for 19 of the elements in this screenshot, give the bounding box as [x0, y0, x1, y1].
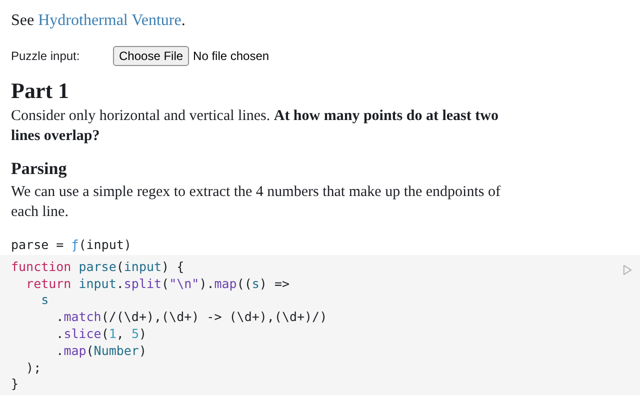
link[interactable]: Hydrothermal Venture: [38, 12, 182, 29]
input-label: Puzzle input:: [11, 49, 81, 63]
intro-text: See Hydrothermal Venture.: [11, 11, 186, 31]
code-line: .map(Number): [55, 342, 148, 360]
section-heading: Part 1: [11, 78, 70, 104]
code-line: );: [25, 360, 42, 376]
code-line: .match(/(\d+),(\d+) -> (\d+),(\d+)/): [55, 309, 328, 326]
paragraph: Consider only horizontal and vertical lines. At how many points do at least two lines overlap?: [11, 107, 500, 146]
choose-file-button[interactable]: Choose File: [113, 46, 190, 66]
code-line: s: [40, 292, 50, 310]
cell-output: parse = ƒ(input): [11, 237, 132, 254]
code-line: function parse(input) {: [11, 258, 186, 276]
file-status: No file chosen: [193, 49, 270, 63]
run-icon[interactable]: [623, 264, 632, 276]
code-line: }: [11, 376, 20, 394]
paragraph: We can use a simple regex to extract the 4 numbers that make up the endpoints of each line.: [11, 183, 502, 222]
code-line: .slice(1, 5): [55, 326, 148, 343]
code-line: return input.split("\n").map((s) =>: [25, 276, 291, 292]
subheading: Parsing: [11, 158, 68, 180]
